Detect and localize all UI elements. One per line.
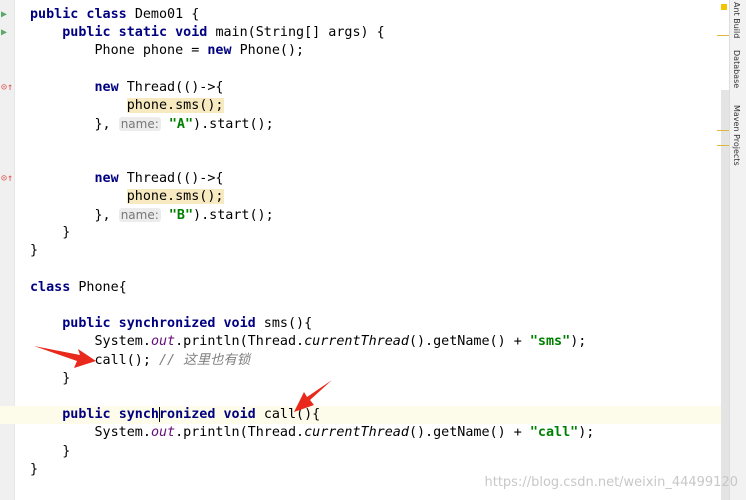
vertical-scrollbar[interactable]: [721, 90, 729, 500]
annotation-arrows: [34, 346, 332, 412]
warning-marker[interactable]: [717, 35, 729, 36]
red-arrow: [294, 380, 332, 412]
inspection-status-icon[interactable]: [721, 4, 727, 10]
tool-window-maven-projects[interactable]: Maven Projects: [732, 105, 741, 166]
watermark: https://blog.csdn.net/weixin_44499120: [484, 475, 738, 490]
tool-window-ant-build[interactable]: Ant Build: [732, 2, 741, 38]
warning-marker[interactable]: [717, 145, 729, 146]
tool-window-database[interactable]: Database: [732, 50, 741, 88]
tool-window-bar: Ant Build Database Maven Projects: [729, 0, 746, 500]
warning-marker[interactable]: [717, 130, 729, 131]
red-arrow: [34, 346, 96, 368]
